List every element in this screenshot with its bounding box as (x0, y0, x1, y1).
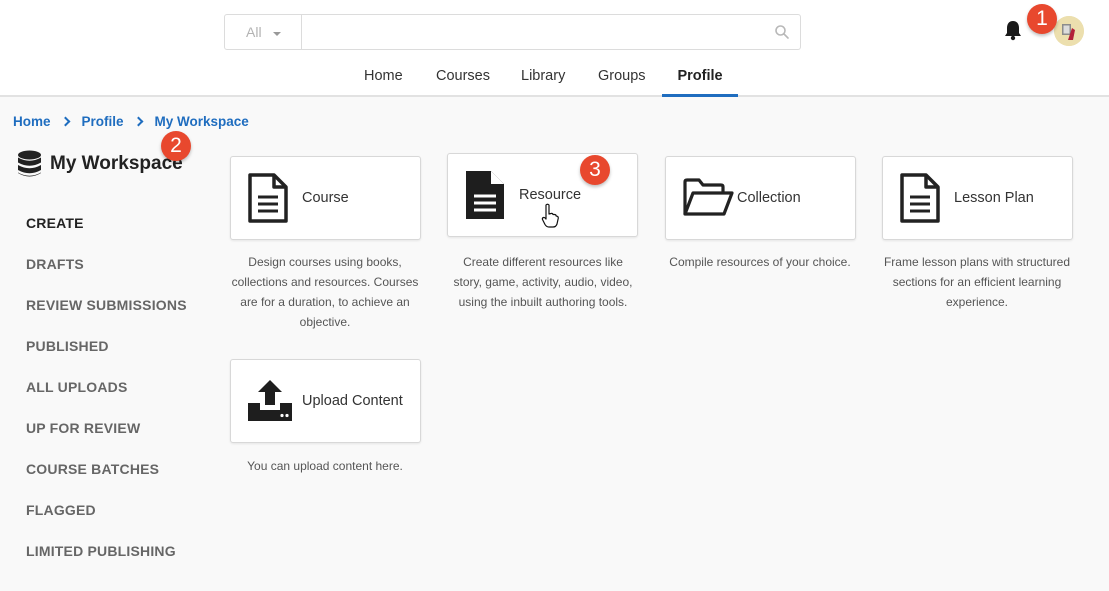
card-label-lesson-plan: Lesson Plan (954, 190, 1034, 206)
search-input[interactable] (303, 15, 763, 49)
chevron-right-icon (133, 116, 143, 127)
document-filled-icon (466, 171, 504, 219)
hand-cursor-icon (541, 203, 559, 228)
avatar[interactable] (1054, 16, 1084, 46)
nav-courses[interactable]: Courses (436, 57, 490, 97)
workspace-title-text: My Workspace (50, 153, 183, 174)
nav-profile[interactable]: Profile (662, 57, 738, 97)
nav-home[interactable]: Home (364, 57, 403, 97)
search-bar: All (224, 14, 801, 50)
step-badge-1: 1 (1027, 4, 1057, 34)
sidebar-item-flagged[interactable]: FLAGGED (26, 499, 187, 540)
step-badge-2: 2 (161, 131, 191, 161)
create-collection-card[interactable]: Collection (665, 156, 856, 240)
sidebar-item-limited-publishing[interactable]: LIMITED PUBLISHING (26, 540, 187, 581)
sidebar-item-create[interactable]: CREATE (26, 212, 187, 253)
card-description-resource: Create different resources like story, g… (453, 255, 633, 309)
card-label-course: Course (302, 190, 349, 206)
card-label-resource: Resource (519, 187, 582, 203)
sidebar-item-course-batches[interactable]: COURSE BATCHES (26, 458, 187, 499)
breadcrumb-profile[interactable]: Profile (82, 114, 124, 129)
breadcrumb-home[interactable]: Home (13, 114, 51, 129)
sidebar-item-all-uploads[interactable]: ALL UPLOADS (26, 376, 187, 417)
upload-icon (248, 380, 292, 421)
card-description-lesson-plan: Frame lesson plans with structured secti… (883, 255, 1071, 309)
search-filter-dropdown[interactable]: All (225, 15, 302, 49)
top-header: All 1 Home Courses Library Groups Profil… (0, 0, 1109, 97)
card-label-upload-content: Upload Content (302, 393, 403, 409)
document-outline-icon (248, 173, 288, 223)
sidebar-item-published[interactable]: PUBLISHED (26, 335, 187, 376)
sidebar-menu: CREATE DRAFTS REVIEW SUBMISSIONS PUBLISH… (26, 212, 187, 581)
breadcrumb: Home Profile My Workspace (13, 114, 249, 129)
sidebar-item-review-submissions[interactable]: REVIEW SUBMISSIONS (26, 294, 187, 335)
workspace-title: My Workspace (17, 150, 183, 178)
main-nav: Home Courses Library Groups Profile (0, 57, 1109, 97)
create-lesson-plan-card[interactable]: Lesson Plan (882, 156, 1073, 240)
chevron-right-icon (60, 116, 70, 127)
bell-icon[interactable] (1002, 19, 1024, 41)
card-description-course: Design courses using books, collections … (231, 255, 419, 329)
card-description-upload-content: You can upload content here. (247, 459, 403, 473)
breadcrumb-my-workspace[interactable]: My Workspace (155, 114, 249, 129)
sidebar-item-up-for-review[interactable]: UP FOR REVIEW (26, 417, 187, 458)
search-filter-label: All (246, 24, 262, 40)
chevron-down-icon (272, 31, 281, 36)
step-badge-3: 3 (580, 155, 610, 185)
nav-library[interactable]: Library (521, 57, 565, 97)
avatar-image (1054, 16, 1084, 46)
nav-groups[interactable]: Groups (598, 57, 646, 97)
upload-content-card[interactable]: Upload Content (230, 359, 421, 443)
document-outline-icon (900, 173, 940, 223)
card-label-collection: Collection (737, 190, 801, 206)
sidebar-item-drafts[interactable]: DRAFTS (26, 253, 187, 294)
folder-open-icon (683, 178, 734, 216)
database-icon (18, 150, 41, 177)
card-description-collection: Compile resources of your choice. (669, 255, 851, 269)
search-icon[interactable] (774, 24, 790, 40)
create-course-card[interactable]: Course (230, 156, 421, 240)
